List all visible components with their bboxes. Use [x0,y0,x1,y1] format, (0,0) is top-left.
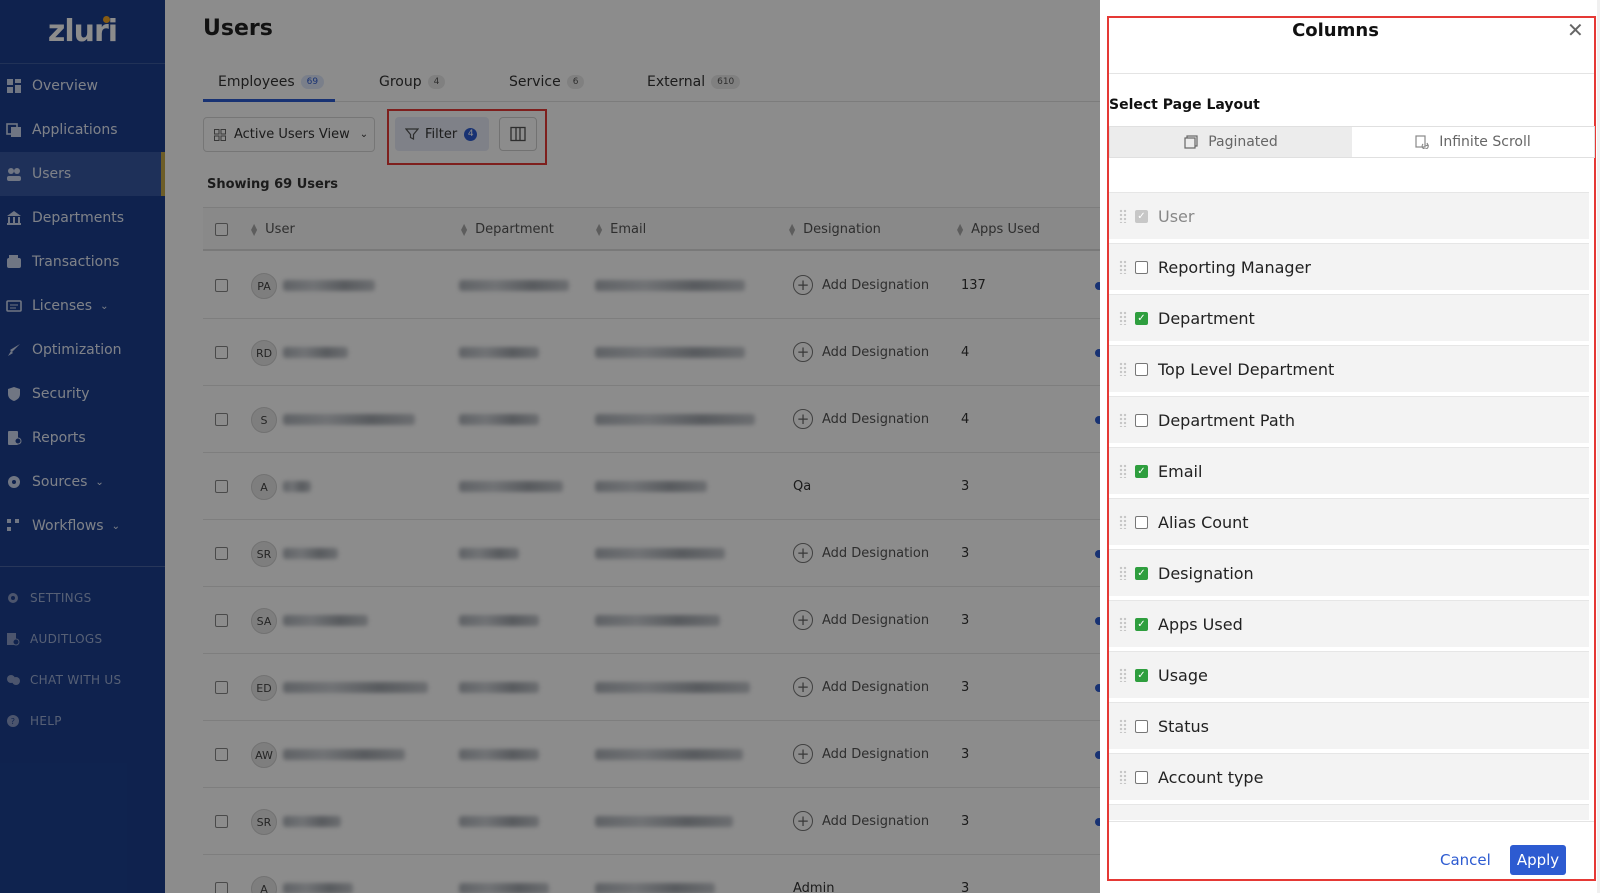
column-option-label: Apps Used [1158,614,1243,634]
divider [1109,73,1594,74]
column-option-apps-used[interactable]: ✓ Apps Used [1109,600,1589,647]
column-option-usage[interactable]: ✓ Usage [1109,651,1589,698]
column-option-label: Account type [1158,767,1264,787]
drag-handle-icon[interactable] [1119,566,1127,580]
column-option-account-type[interactable]: Account type [1109,753,1589,800]
column-option-label: User [1158,206,1195,226]
column-checkbox[interactable] [1135,515,1148,529]
column-checkbox[interactable]: ✓ [1135,464,1148,478]
drag-handle-icon[interactable] [1119,209,1127,223]
column-checkbox[interactable]: ✓ [1135,617,1148,631]
column-option-designation[interactable]: ✓ Designation [1109,549,1589,596]
cancel-button[interactable]: Cancel [1440,851,1491,869]
column-option-department-path[interactable]: Department Path [1109,396,1589,443]
close-icon[interactable]: ✕ [1567,20,1584,40]
drag-handle-icon[interactable] [1119,515,1127,529]
column-checkbox[interactable]: ✓ [1135,566,1148,580]
column-option-label: Usage [1158,665,1208,685]
drag-handle-icon[interactable] [1119,770,1127,784]
column-option-label: Status [1158,716,1209,736]
column-option-email[interactable]: ✓ Email [1109,447,1589,494]
drag-handle-icon[interactable] [1119,362,1127,376]
drag-handle-icon[interactable] [1119,260,1127,274]
layout-option-label: Infinite Scroll [1439,134,1531,150]
column-option-label: Department [1158,308,1255,328]
column-checkbox[interactable] [1135,413,1148,427]
drag-handle-icon[interactable] [1119,311,1127,325]
layout-label: Select Page Layout [1109,97,1260,113]
drag-handle-icon[interactable] [1119,668,1127,682]
drag-handle-icon[interactable] [1119,617,1127,631]
layout-toggle: Paginated Infinite Scroll [1109,126,1595,158]
apply-button[interactable]: Apply [1510,845,1566,875]
drag-handle-icon[interactable] [1119,464,1127,478]
layout-option-infinite-scroll[interactable]: Infinite Scroll [1352,127,1594,157]
pages-icon [1184,135,1198,149]
column-option-status[interactable]: Status [1109,702,1589,749]
column-checkbox[interactable] [1135,770,1148,784]
panel-title: Columns [1292,20,1379,41]
column-option-label: Email [1158,461,1203,481]
column-option-department[interactable]: ✓ Department [1109,294,1589,341]
drag-handle-icon[interactable] [1119,413,1127,427]
divider [1109,821,1594,822]
layout-option-label: Paginated [1208,134,1278,150]
column-checkbox[interactable]: ✓ [1135,668,1148,682]
column-list[interactable]: ✓ User Reporting Manager ✓ Department Top Lev… [1109,192,1589,820]
column-option-reporting-manager[interactable]: Reporting Manager [1109,243,1589,290]
layout-option-paginated[interactable]: Paginated [1110,127,1352,157]
column-option-user[interactable]: ✓ User [1109,192,1589,239]
column-option-label: Reporting Manager [1158,257,1311,277]
column-option-alias-count[interactable]: Alias Count [1109,498,1589,545]
column-option-partial[interactable] [1109,804,1589,820]
column-checkbox[interactable] [1135,362,1148,376]
column-option-label: Designation [1158,563,1254,583]
column-option-label: Alias Count [1158,512,1249,532]
column-option-top-level-department[interactable]: Top Level Department [1109,345,1589,392]
infinite-scroll-icon [1415,135,1430,149]
column-checkbox[interactable]: ✓ [1135,311,1148,325]
drag-handle-icon[interactable] [1119,719,1127,733]
column-option-label: Department Path [1158,410,1296,430]
column-checkbox: ✓ [1135,209,1148,223]
column-checkbox[interactable] [1135,719,1148,733]
column-checkbox[interactable] [1135,260,1148,274]
column-option-label: Top Level Department [1158,359,1335,379]
modal-backdrop[interactable] [0,0,1100,893]
